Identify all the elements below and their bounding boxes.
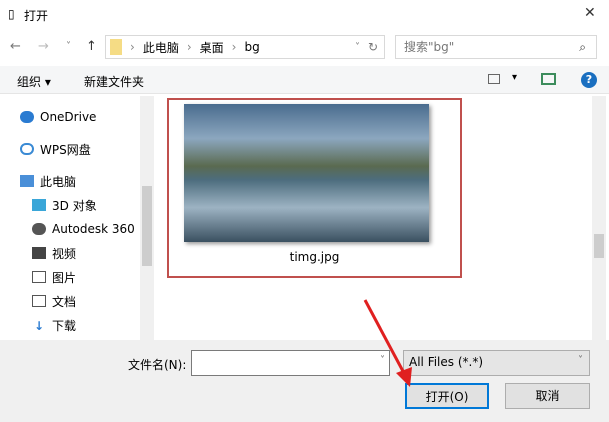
- search-input[interactable]: 搜索"bg" ⌕: [395, 35, 597, 59]
- title-bar: ▯ 打开 ✕: [0, 0, 609, 30]
- sidebar-item-onedrive[interactable]: OneDrive: [20, 107, 96, 127]
- address-dropdown[interactable]: ˅: [355, 42, 360, 53]
- computer-icon: [20, 175, 34, 187]
- label: OneDrive: [40, 110, 97, 124]
- separator: ›: [130, 40, 135, 54]
- sidebar-item-autodesk[interactable]: Autodesk 360: [32, 219, 135, 239]
- address-bar[interactable]: › 此电脑 › 桌面 › bg ˅ ↻: [105, 35, 385, 59]
- filename-label: 文件名(N):: [128, 358, 187, 372]
- folder-icon: [110, 39, 122, 55]
- content-scrollbar[interactable]: [592, 96, 606, 340]
- file-type-value: All Files (*.*): [409, 355, 484, 369]
- label: Autodesk 360: [52, 222, 135, 236]
- new-folder-button[interactable]: 新建文件夹: [84, 73, 144, 90]
- cloud-icon: [20, 143, 34, 155]
- bottom-panel: 文件名(N): ˅ All Files (*.*) ˅ 打开(O) 取消: [0, 340, 609, 422]
- document-icon: [32, 295, 46, 307]
- window-title: 打开: [24, 9, 49, 23]
- sidebar-item-this-pc[interactable]: 此电脑: [20, 171, 76, 191]
- image-thumbnail: [184, 104, 429, 242]
- separator: ›: [231, 40, 237, 54]
- label: 视频: [52, 246, 77, 261]
- sidebar-item-documents[interactable]: 文档: [32, 291, 76, 311]
- crumb-bg[interactable]: bg: [244, 40, 259, 54]
- label: 文档: [52, 294, 77, 309]
- help-icon[interactable]: ?: [581, 72, 597, 88]
- sidebar-scrollbar[interactable]: [140, 96, 154, 340]
- label: 3D 对象: [52, 198, 97, 213]
- refresh-button[interactable]: ↻: [368, 40, 384, 54]
- label: WPS网盘: [40, 142, 91, 157]
- file-name: timg.jpg: [289, 250, 340, 264]
- sidebar-item-wps[interactable]: WPS网盘: [20, 139, 91, 159]
- cube-icon: [32, 199, 46, 211]
- sidebar-item-pictures[interactable]: 图片: [32, 267, 76, 287]
- close-button[interactable]: ✕: [584, 5, 596, 21]
- label: 此电脑: [40, 174, 77, 189]
- organize-button[interactable]: 组织 ▾: [17, 73, 51, 90]
- recent-locations-button[interactable]: ˅: [66, 36, 71, 58]
- sidebar-item-downloads[interactable]: ↓ 下载: [32, 315, 76, 335]
- label: 图片: [52, 270, 77, 285]
- up-button[interactable]: ↑: [86, 36, 97, 58]
- forward-button[interactable]: →: [38, 36, 49, 58]
- sidebar-item-videos[interactable]: 视频: [32, 243, 76, 263]
- scroll-thumb[interactable]: [142, 186, 152, 266]
- red-arrow-annotation: [363, 299, 412, 387]
- file-item-selected[interactable]: timg.jpg: [167, 98, 462, 278]
- app-icon: ▯: [8, 7, 15, 21]
- view-icon[interactable]: [488, 74, 500, 84]
- cancel-button[interactable]: 取消: [505, 383, 590, 409]
- crumb-this-pc[interactable]: 此电脑: [143, 39, 179, 56]
- download-icon: ↓: [33, 319, 45, 333]
- navigation-pane: OneDrive WPS网盘 此电脑 3D 对象 Autodesk 360 视频…: [0, 96, 155, 340]
- separator: ›: [186, 40, 192, 54]
- scroll-thumb[interactable]: [594, 234, 604, 258]
- crumb-desktop[interactable]: 桌面: [200, 39, 224, 56]
- picture-icon: [32, 271, 46, 283]
- file-type-select[interactable]: All Files (*.*) ˅: [403, 350, 590, 376]
- video-icon: [32, 247, 46, 259]
- chevron-down-icon: ˅: [578, 355, 583, 366]
- toolbar: 组织 ▾ 新建文件夹 ▾ ?: [0, 66, 609, 94]
- view-dropdown[interactable]: ▾: [512, 72, 517, 83]
- label: 下载: [52, 318, 77, 333]
- autodesk-icon: [32, 223, 46, 235]
- search-placeholder: 搜索"bg": [404, 40, 455, 54]
- sidebar-item-3d[interactable]: 3D 对象: [32, 195, 97, 215]
- cloud-icon: [20, 111, 34, 123]
- back-button[interactable]: ←: [10, 36, 21, 58]
- preview-pane-icon[interactable]: [541, 73, 556, 85]
- search-icon: ⌕: [579, 40, 586, 54]
